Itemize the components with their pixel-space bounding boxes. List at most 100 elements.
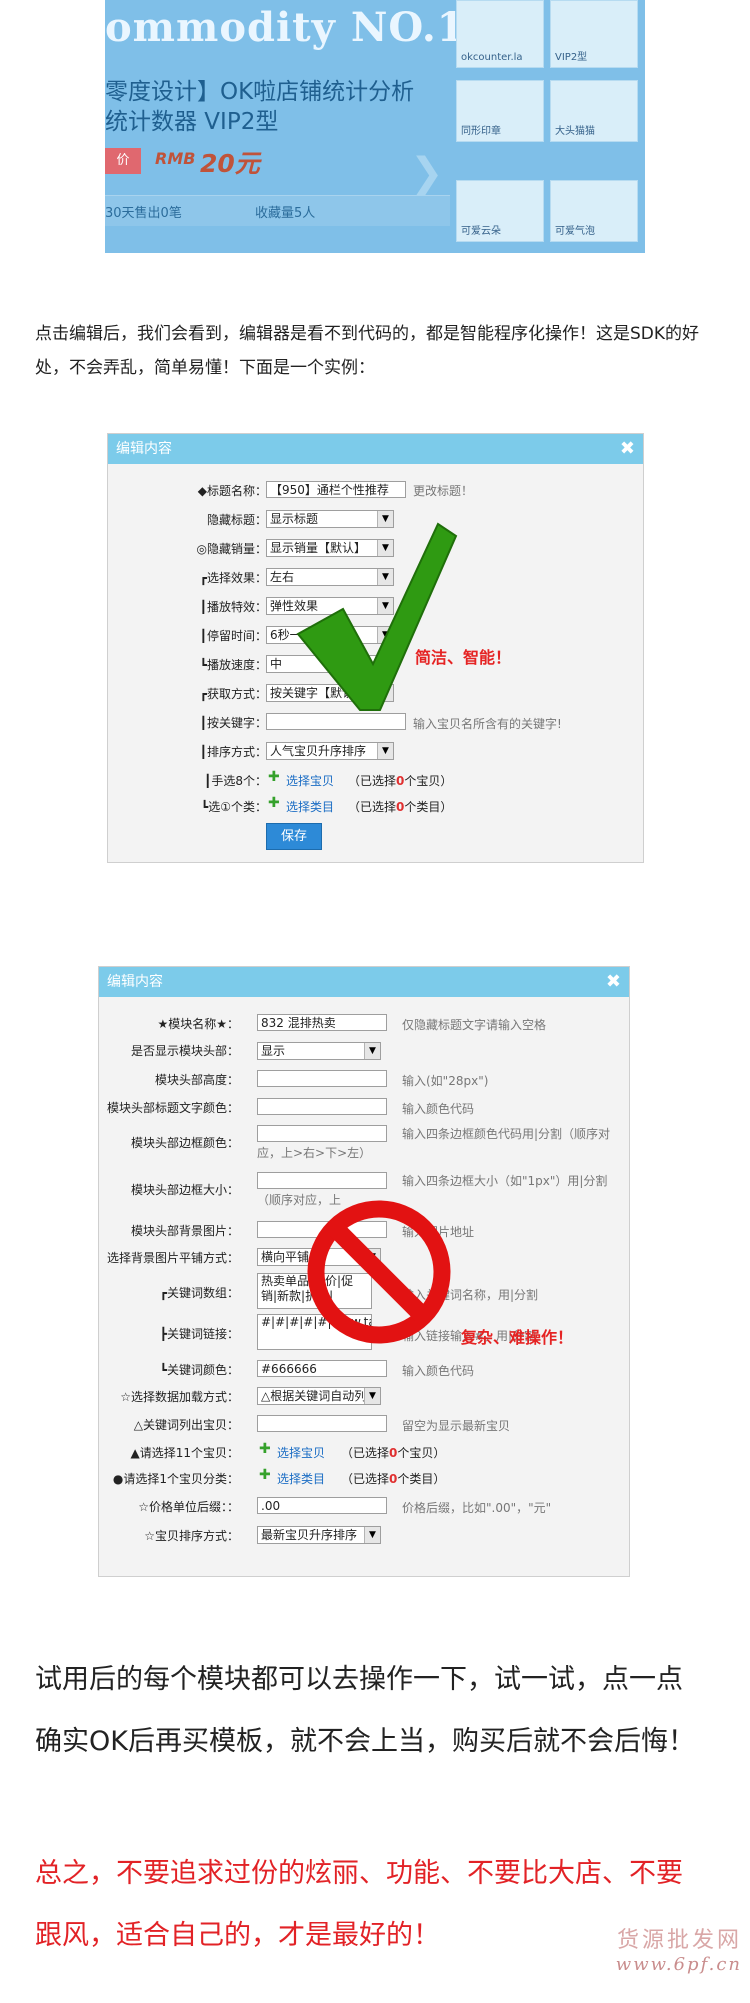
load-method-select[interactable]: △根据关键词自动列 ▼ — [257, 1387, 381, 1405]
watermark-title: 货源批发网 — [616, 1928, 742, 1953]
count-prefix: （已选择 — [341, 1472, 390, 1486]
dialog-title: 编辑内容 — [116, 441, 172, 457]
thumbnail-label: 可爱云朵 — [461, 226, 501, 237]
dialog-header: 编辑内容 — [108, 434, 643, 464]
select-value: 显示 — [261, 1044, 286, 1058]
keyword-hint: 输入宝贝名所含有的关键字! — [413, 717, 562, 731]
count-suffix: 个类目） — [397, 1472, 446, 1486]
count-suffix: 个类目） — [404, 800, 453, 814]
title-hint: 更改标题！ — [413, 484, 474, 498]
pick-items-label: ┃手选8个： — [204, 774, 267, 788]
plus-icon[interactable]: ✚ — [259, 1441, 271, 1457]
select-category-link[interactable]: 选择类目 — [277, 1470, 325, 1487]
keyword-color-label: ┗关键词颜色： — [159, 1363, 239, 1377]
keyword-label: ┃按关键字： — [199, 716, 267, 730]
category-selected-count: （已选择0个类目） — [348, 798, 452, 815]
show-head-select[interactable]: 显示 ▼ — [257, 1042, 381, 1060]
price-suffix-input[interactable]: .00 — [257, 1497, 387, 1514]
chevron-down-icon: ▼ — [364, 1388, 380, 1404]
thumbnail[interactable]: 大头猫猫 — [550, 80, 638, 142]
thumbnail[interactable]: 可爱云朵 — [456, 180, 544, 242]
banner-title: ommodity NO.1 — [105, 4, 466, 51]
select-value: 中 — [270, 657, 283, 671]
items-selected-count: （已选择0个宝贝） — [341, 1444, 445, 1461]
head-height-label: 模块头部高度： — [154, 1073, 239, 1087]
border-color-hint: 输入四条边框颜色代码用|分割（顺序对应，上>右>下>左） — [257, 1127, 611, 1160]
items-selected-count: （已选择0个宝贝） — [348, 772, 452, 789]
thumbnail-label: okcounter.la — [461, 52, 523, 63]
banner-subtitle-line2: 统计数器 VIP2型 — [105, 109, 279, 135]
keyword-input[interactable] — [266, 713, 406, 730]
plus-icon[interactable]: ✚ — [268, 795, 280, 811]
complex-annotation: 复杂、难操作！ — [461, 1328, 574, 1347]
thumbnail[interactable]: okcounter.la — [456, 0, 544, 68]
banner-subtitle-line1: 零度设计】OK啦店铺统计分析 — [105, 79, 415, 105]
count-prefix: （已选择 — [341, 1446, 390, 1460]
thumbnail-label: 可爱气泡 — [555, 226, 595, 237]
list-keyword-hint: 留空为显示最新宝贝 — [402, 1419, 511, 1433]
title-color-input[interactable] — [257, 1098, 387, 1115]
plus-icon[interactable]: ✚ — [268, 769, 280, 785]
thumbnail[interactable]: 同形印章 — [456, 80, 544, 142]
chevron-down-icon: ▼ — [377, 743, 393, 759]
pause-time-label: ┃停留时间： — [199, 629, 267, 643]
bg-tile-label: 选择背景图片平铺方式： — [106, 1251, 239, 1265]
title-label: ◆标题名称： — [197, 484, 267, 498]
module-name-input[interactable]: 832 混排热卖 — [257, 1014, 387, 1031]
fetch-method-label: ┏获取方式： — [199, 687, 267, 701]
pick-category-label: ┗选①个类： — [201, 800, 267, 814]
chevron-down-icon: ▼ — [364, 1043, 380, 1059]
keyword-color-hint: 输入颜色代码 — [402, 1364, 475, 1378]
count-suffix: 个宝贝） — [397, 1446, 446, 1460]
border-color-label: 模块头部边框颜色： — [130, 1136, 239, 1150]
watermark-url: www.6pf.cn — [615, 1954, 742, 1975]
closing-line-2: 确实OK后再买模板，就不会上当，购买后就不会后悔！ — [35, 1726, 695, 1757]
thumbnail[interactable]: 可爱气泡 — [550, 180, 638, 242]
play-speed-label: ┗播放速度： — [199, 658, 267, 672]
category-selected-count: （已选择0个类目） — [341, 1470, 445, 1487]
simple-editor-dialog: 编辑内容 ✖ ◆标题名称： 【950】通栏个性推荐 更改标题！ 隐藏标题： 显示… — [107, 433, 644, 863]
checkmark-icon — [296, 522, 458, 711]
close-icon[interactable]: ✖ — [606, 967, 621, 997]
sort-label: ┃排序方式： — [199, 745, 267, 759]
select-items-link[interactable]: 选择宝贝 — [286, 772, 334, 789]
close-icon[interactable]: ✖ — [620, 434, 635, 464]
pick-category-label: ●请选择1个宝贝分类： — [112, 1472, 239, 1486]
chevron-down-icon: ▼ — [364, 1527, 380, 1543]
chevron-right-icon[interactable]: ❯ — [410, 150, 444, 196]
dialog-title: 编辑内容 — [107, 974, 163, 990]
favorite-count: 收藏量5人 — [255, 206, 316, 221]
sold-count: 30天售出0笔 — [105, 206, 182, 221]
sort-select[interactable]: 人气宝贝升序排序 ▼ — [266, 742, 394, 760]
title-input[interactable]: 【950】通栏个性推荐 — [266, 481, 406, 498]
select-items-link[interactable]: 选择宝贝 — [277, 1444, 325, 1461]
plus-icon[interactable]: ✚ — [259, 1467, 271, 1483]
select-category-link[interactable]: 选择类目 — [286, 798, 334, 815]
closing-line-1: 试用后的每个模块都可以去操作一下，试一试，点一点 — [35, 1664, 683, 1695]
thumbnail-label: 同形印章 — [461, 126, 501, 137]
list-keyword-input[interactable] — [257, 1415, 387, 1432]
select-value: 最新宝贝升序排序 — [261, 1528, 358, 1542]
select-value: △根据关键词自动列 — [261, 1389, 367, 1403]
count-suffix: 个宝贝） — [404, 774, 453, 788]
price-currency: RMB — [155, 149, 196, 168]
item-sort-select[interactable]: 最新宝贝升序排序 ▼ — [257, 1526, 381, 1544]
effect-label: ┏选择效果： — [199, 571, 267, 585]
thumbnail[interactable]: VIP2型 — [550, 0, 638, 68]
select-value: 人气宝贝升序排序 — [270, 744, 367, 758]
list-keyword-label: △关键词列出宝贝： — [133, 1418, 239, 1432]
border-size-label: 模块头部边框大小： — [130, 1183, 239, 1197]
price-suffix-label: ☆价格单位后缀：： — [138, 1500, 239, 1514]
pick-items-label: ▲请选择11个宝贝： — [130, 1446, 240, 1460]
keyword-link-label: ┣关键词链接： — [159, 1327, 239, 1341]
hide-title-label: 隐藏标题： — [206, 513, 267, 527]
commodity-banner: ommodity NO.1 零度设计】OK啦店铺统计分析 统计数器 VIP2型 … — [105, 0, 645, 253]
save-button[interactable]: 保存 — [266, 823, 322, 850]
conclusion-line-1: 总之，不要追求过份的炫丽、功能、不要比大店、不要 — [35, 1858, 683, 1889]
keyword-color-input[interactable]: #666666 — [257, 1360, 387, 1377]
title-color-hint: 输入颜色代码 — [402, 1102, 475, 1116]
price-suffix-hint: 价格后缀，比如".00"，"元" — [402, 1501, 552, 1515]
play-effect-label: ┃播放特效： — [199, 600, 267, 614]
keyword-group-label: ┏关键词数组： — [159, 1286, 239, 1300]
head-height-input[interactable] — [257, 1070, 387, 1087]
